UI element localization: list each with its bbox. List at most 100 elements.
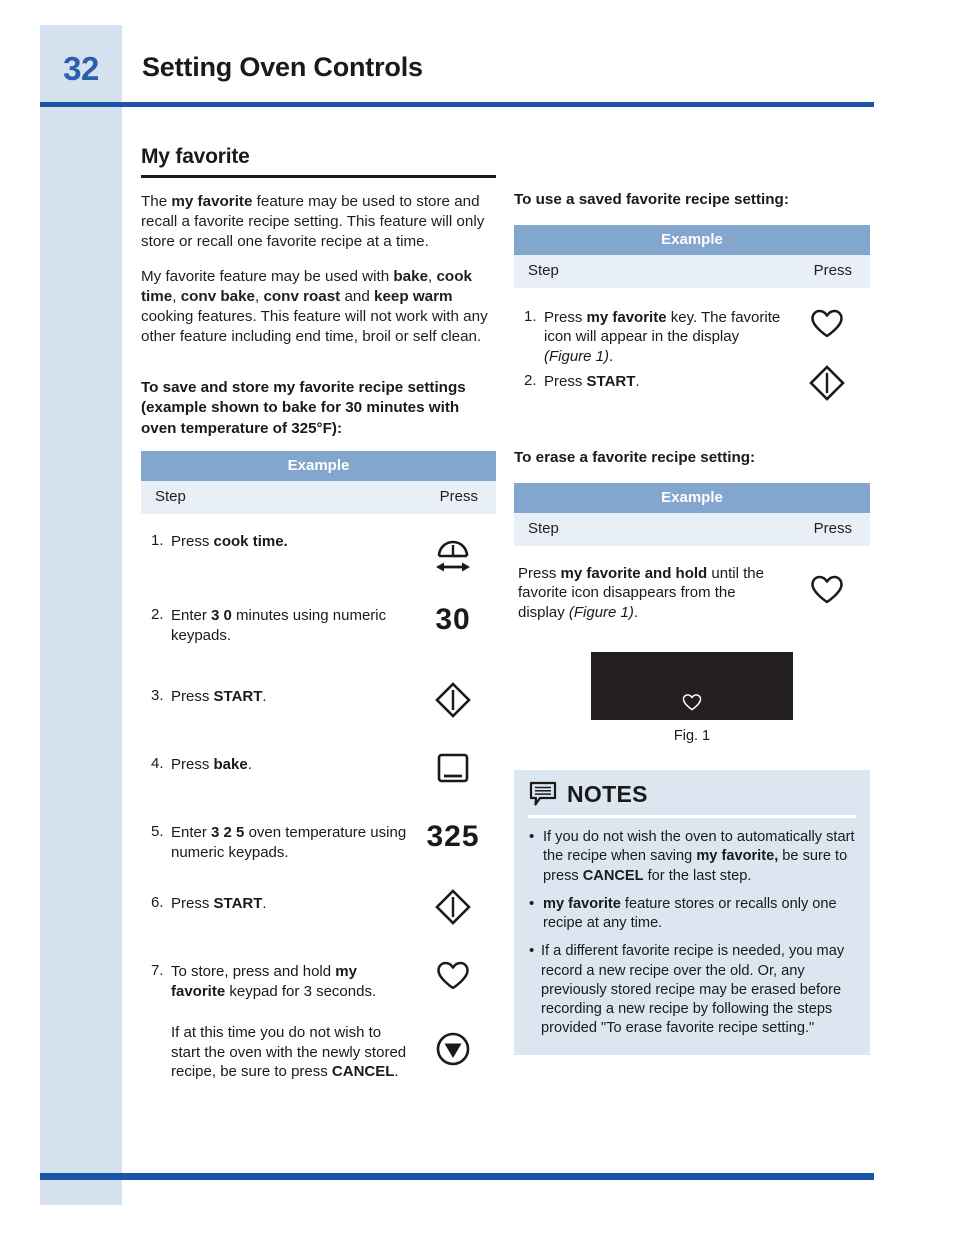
cook-time-icon xyxy=(433,532,473,576)
column-header-step: Step xyxy=(528,519,559,537)
press-cell xyxy=(410,961,496,996)
text-run-bold: conv bake xyxy=(180,287,255,305)
text-run-bold: START xyxy=(213,688,263,706)
table-subheader: Step Press xyxy=(514,254,870,288)
text-run-bold: my favorite and hold xyxy=(560,564,708,582)
text-run-bold: 3 0 xyxy=(211,607,232,625)
step-number: 6. xyxy=(151,894,164,912)
right-column: To use a saved favorite recipe setting: … xyxy=(514,190,870,1055)
list-item: my favorite feature stores or recalls on… xyxy=(528,894,856,934)
text-run: Press xyxy=(544,308,587,326)
numeric-keypad-value: 30 xyxy=(435,603,471,637)
page-title: Setting Oven Controls xyxy=(142,52,423,82)
table-subheader: Step Press xyxy=(141,481,496,515)
step-number: 3. xyxy=(151,687,164,705)
table-row: 1. Press cook time. xyxy=(141,532,496,576)
text-run-bold: my favorite xyxy=(586,308,667,326)
column-header-press: Press xyxy=(813,519,852,537)
column-header-press: Press xyxy=(813,261,852,279)
erase-example-table: Example Step Press Press my favorite and… xyxy=(514,482,870,623)
notes-box: NOTES If you do not wish the oven to aut… xyxy=(514,770,870,1055)
step-text: To store, press and hold my favorite key… xyxy=(171,962,410,1001)
notes-header: NOTES xyxy=(528,780,856,819)
table-row: 6. Press START. xyxy=(141,889,496,928)
step-number: 2. xyxy=(151,606,164,624)
text-run: . xyxy=(262,688,267,706)
table-header-example: Example xyxy=(514,224,870,255)
press-cell xyxy=(784,365,870,406)
text-run: keypad for 3 seconds. xyxy=(225,982,377,1000)
notes-list: If you do not wish the oven to automatic… xyxy=(528,827,856,1039)
text-run: My favorite feature may be used with xyxy=(141,267,394,285)
notes-title: NOTES xyxy=(567,780,648,807)
text-run: . xyxy=(635,373,640,391)
press-cell xyxy=(784,308,870,342)
page-side-band xyxy=(40,25,122,1205)
column-header-step: Step xyxy=(155,488,186,506)
figure-caption: Fig. 1 xyxy=(673,728,711,745)
start-icon xyxy=(808,365,846,402)
press-cell: 30 xyxy=(410,603,496,640)
press-cell xyxy=(784,564,870,606)
step-text: Press cook time. xyxy=(171,532,410,552)
text-run: . xyxy=(609,347,614,365)
text-run: Press xyxy=(171,533,214,551)
text-run: Press xyxy=(544,373,587,391)
table-row: 2. Enter 3 0 minutes using numeric keypa… xyxy=(141,603,496,645)
text-run-bold: START xyxy=(213,895,263,913)
cancel-icon xyxy=(435,1013,471,1067)
step-text: Enter 3 0 minutes using numeric keypads. xyxy=(171,606,410,645)
text-run-bold: conv roast xyxy=(263,287,341,305)
step-text: Press START. xyxy=(544,372,784,392)
step-number: 2. xyxy=(524,372,537,390)
text-run: . xyxy=(394,1063,399,1081)
press-cell xyxy=(410,1013,496,1067)
figure-1: Fig. 1 xyxy=(514,652,870,744)
erase-favorite-heading: To erase a favorite recipe setting: xyxy=(514,449,756,467)
use-favorite-heading: To use a saved favorite recipe setting: xyxy=(514,191,789,208)
text-run: , xyxy=(172,287,181,305)
step-number: 1. xyxy=(151,532,164,550)
text-run: Press xyxy=(171,895,214,913)
step-number: 1. xyxy=(524,307,537,325)
press-cell: 325 xyxy=(410,822,496,857)
column-header-step: Step xyxy=(528,261,559,279)
table-row: 7. To store, press and hold my favorite … xyxy=(141,961,496,1001)
text-run: cooking features. This feature will not … xyxy=(141,308,488,346)
step-text: Press START. xyxy=(171,894,410,914)
favorite-heart-icon xyxy=(810,308,844,340)
step-number: 7. xyxy=(151,962,164,980)
list-item: If you do not wish the oven to automatic… xyxy=(528,827,856,886)
table-row: 3. Press START. xyxy=(141,682,496,721)
text-run: Press xyxy=(171,688,214,706)
table-row: 2. Press START. xyxy=(514,365,870,406)
text-run: . xyxy=(247,756,252,774)
press-cell xyxy=(410,753,496,789)
text-run-bold: bake xyxy=(393,267,429,285)
text-run-bold: 3 2 5 xyxy=(211,824,245,842)
use-example-table: Example Step Press 1. Press my favorite … xyxy=(514,224,870,407)
press-cell xyxy=(410,532,496,576)
text-run-bold: START xyxy=(586,373,636,391)
oven-display-panel xyxy=(591,652,793,721)
step-text: Press my favorite key. The favorite icon… xyxy=(544,308,784,367)
text-run-bold: keep warm xyxy=(374,287,453,305)
section-title-my-favorite: My favorite xyxy=(141,145,496,178)
text-run-italic: (Figure 1) xyxy=(544,347,610,365)
notes-speech-bubble-icon xyxy=(528,780,558,808)
start-icon xyxy=(434,682,472,719)
text-run-bold: my favorite xyxy=(543,895,621,912)
text-run-bold: bake xyxy=(213,756,248,774)
text-run: To store, press and hold xyxy=(171,963,336,981)
list-item: If a different favorite recipe is needed… xyxy=(528,941,856,1038)
favorite-heart-icon xyxy=(810,564,844,606)
text-run: Enter xyxy=(171,607,212,625)
step-text: Press bake. xyxy=(171,755,410,775)
text-run-bold: CANCEL xyxy=(582,867,644,884)
table-row: Press my favorite and hold until the fav… xyxy=(514,564,870,623)
save-instructions-heading: To save and store my favorite recipe set… xyxy=(141,378,466,437)
text-run-bold: CANCEL xyxy=(331,1063,395,1081)
intro-paragraph-1: The my favorite feature may be used to s… xyxy=(141,192,496,253)
step-text: Enter 3 2 5 oven temperature using numer… xyxy=(171,823,410,862)
text-run-bold: my favorite xyxy=(171,193,253,210)
